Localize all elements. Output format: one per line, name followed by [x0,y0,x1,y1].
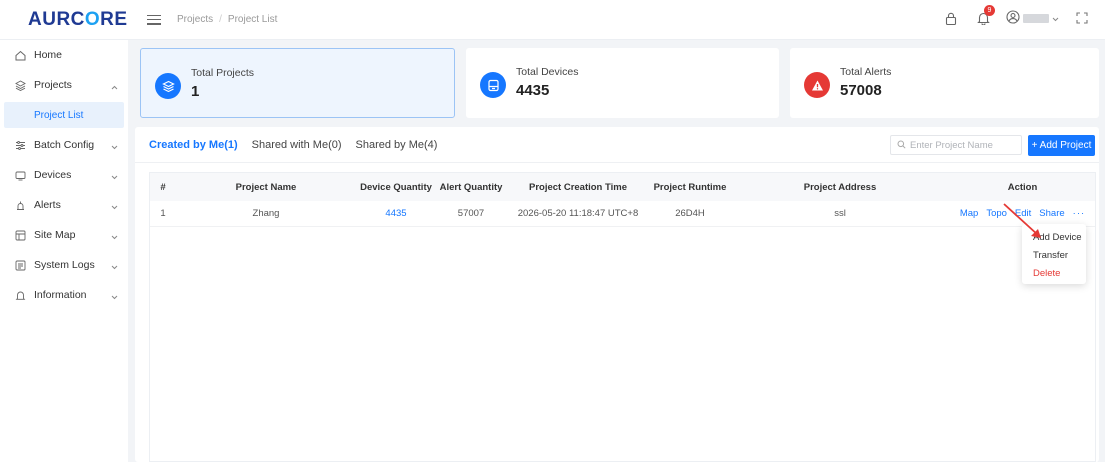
projects-stack-icon [155,73,181,99]
sidebar-item-projects[interactable]: Projects [0,70,128,100]
menu-collapse-icon[interactable] [147,14,161,25]
sidebar-item-label: Home [34,49,63,61]
warning-icon [804,72,830,98]
stat-title: Total Projects [191,67,255,79]
logs-icon [14,259,26,271]
sidebar-item-label: Alerts [34,199,61,211]
column-header: Project Creation Time [528,181,628,193]
creation-time: 2026-05-20 11:18:47 UTC+8 [517,208,639,219]
stat-card-total-projects[interactable]: Total Projects 1 [140,48,455,118]
tab-shared-by-me[interactable]: Shared by Me(4) [356,139,438,155]
sidebar-item-project-list[interactable]: Project List [4,102,124,128]
breadcrumb: Projects / Project List [177,14,277,25]
more-actions-button[interactable]: ··· [1073,208,1086,219]
menu-item-delete[interactable]: Delete [1022,264,1086,282]
annotation-arrow-icon [1003,203,1041,238]
sidebar-item-label: System Logs [34,259,95,271]
chevron-down-icon [111,141,118,153]
stat-title: Total Alerts [840,66,892,78]
table-row: 1 Zhang 4435 57007 2026-05-20 11:18:47 U… [150,201,1095,227]
column-header: # [160,181,166,193]
sidebar-item-home[interactable]: Home [0,40,128,70]
sidebar-item-label: Information [34,289,87,301]
sidebar-item-devices[interactable]: Devices [0,160,128,190]
stat-value: 1 [191,83,200,100]
sidebar-item-label: Devices [34,169,72,181]
project-name: Zhang [252,208,280,219]
sidebar-item-system-logs[interactable]: System Logs [0,250,128,280]
user-menu[interactable] [1006,9,1059,27]
chevron-down-icon [1052,11,1059,25]
notification-badge: 9 [984,5,995,16]
add-project-button[interactable]: + Add Project [1028,135,1095,156]
alert-icon [14,199,26,211]
notification-bell-icon[interactable]: 9 [974,5,995,27]
alert-quantity: 57007 [457,208,485,219]
column-header: Project Address [803,181,877,193]
monitor-icon [14,169,26,181]
stat-title: Total Devices [516,66,579,78]
chevron-down-icon [111,291,118,303]
column-header: Device Quantity [360,181,432,193]
chevron-down-icon [111,171,118,183]
table-header: # Project Name Device Quantity Alert Qua… [150,173,1095,201]
logo: AURCORE [28,8,128,30]
action-map-link[interactable]: Map [960,208,978,219]
project-list-panel: Created by Me(1) Shared with Me(0) Share… [135,127,1099,462]
stat-card-total-alerts[interactable]: Total Alerts 57008 [790,48,1099,118]
stat-value: 4435 [516,82,550,99]
breadcrumb-item: Project List [227,14,278,25]
projects-table: # Project Name Device Quantity Alert Qua… [149,172,1096,462]
sidebar: Home Projects Project List Batch Config … [0,40,128,462]
chevron-down-icon [111,201,118,213]
breadcrumb-item[interactable]: Projects [177,14,213,25]
chevron-up-icon [111,81,118,93]
device-quantity-link[interactable]: 4435 [356,208,436,219]
search-icon [897,138,906,152]
row-index: 1 [160,208,166,219]
lock-icon[interactable] [942,9,960,27]
device-icon [480,72,506,98]
chevron-down-icon [111,261,118,273]
project-runtime: 26D4H [675,208,705,219]
project-tabs: Created by Me(1) Shared with Me(0) Share… [149,139,437,155]
stat-card-total-devices[interactable]: Total Devices 4435 [466,48,779,118]
sidebar-item-site-map[interactable]: Site Map [0,220,128,250]
column-header: Action [1007,181,1038,193]
map-icon [14,229,26,241]
sidebar-item-alerts[interactable]: Alerts [0,190,128,220]
tab-created-by-me[interactable]: Created by Me(1) [149,139,238,155]
avatar-icon [1006,9,1020,27]
search-box [890,135,1022,155]
sidebar-item-label: Projects [34,79,72,91]
column-header: Project Name [235,181,297,193]
tab-shared-with-me[interactable]: Shared with Me(0) [252,139,342,155]
bell-icon [14,289,26,301]
top-bar: AURCORE Projects / Project List 9 [0,0,1105,40]
sidebar-item-label: Site Map [34,229,76,241]
column-header: Project Runtime [653,181,727,193]
sliders-icon [14,139,26,151]
sidebar-item-information[interactable]: Information [0,280,128,310]
search-input[interactable] [910,139,1020,151]
layers-icon [14,79,26,91]
stat-value: 57008 [840,82,882,99]
home-icon [14,49,26,61]
fullscreen-icon[interactable] [1073,9,1091,27]
username-redacted [1023,13,1049,23]
project-address: ssl [834,208,846,219]
sidebar-item-batch-config[interactable]: Batch Config [0,130,128,160]
column-header: Alert Quantity [439,181,503,193]
sidebar-item-label: Batch Config [34,139,95,151]
divider [135,162,1099,163]
chevron-down-icon [111,231,118,243]
breadcrumb-separator: / [219,14,222,25]
menu-item-transfer[interactable]: Transfer [1022,246,1086,264]
